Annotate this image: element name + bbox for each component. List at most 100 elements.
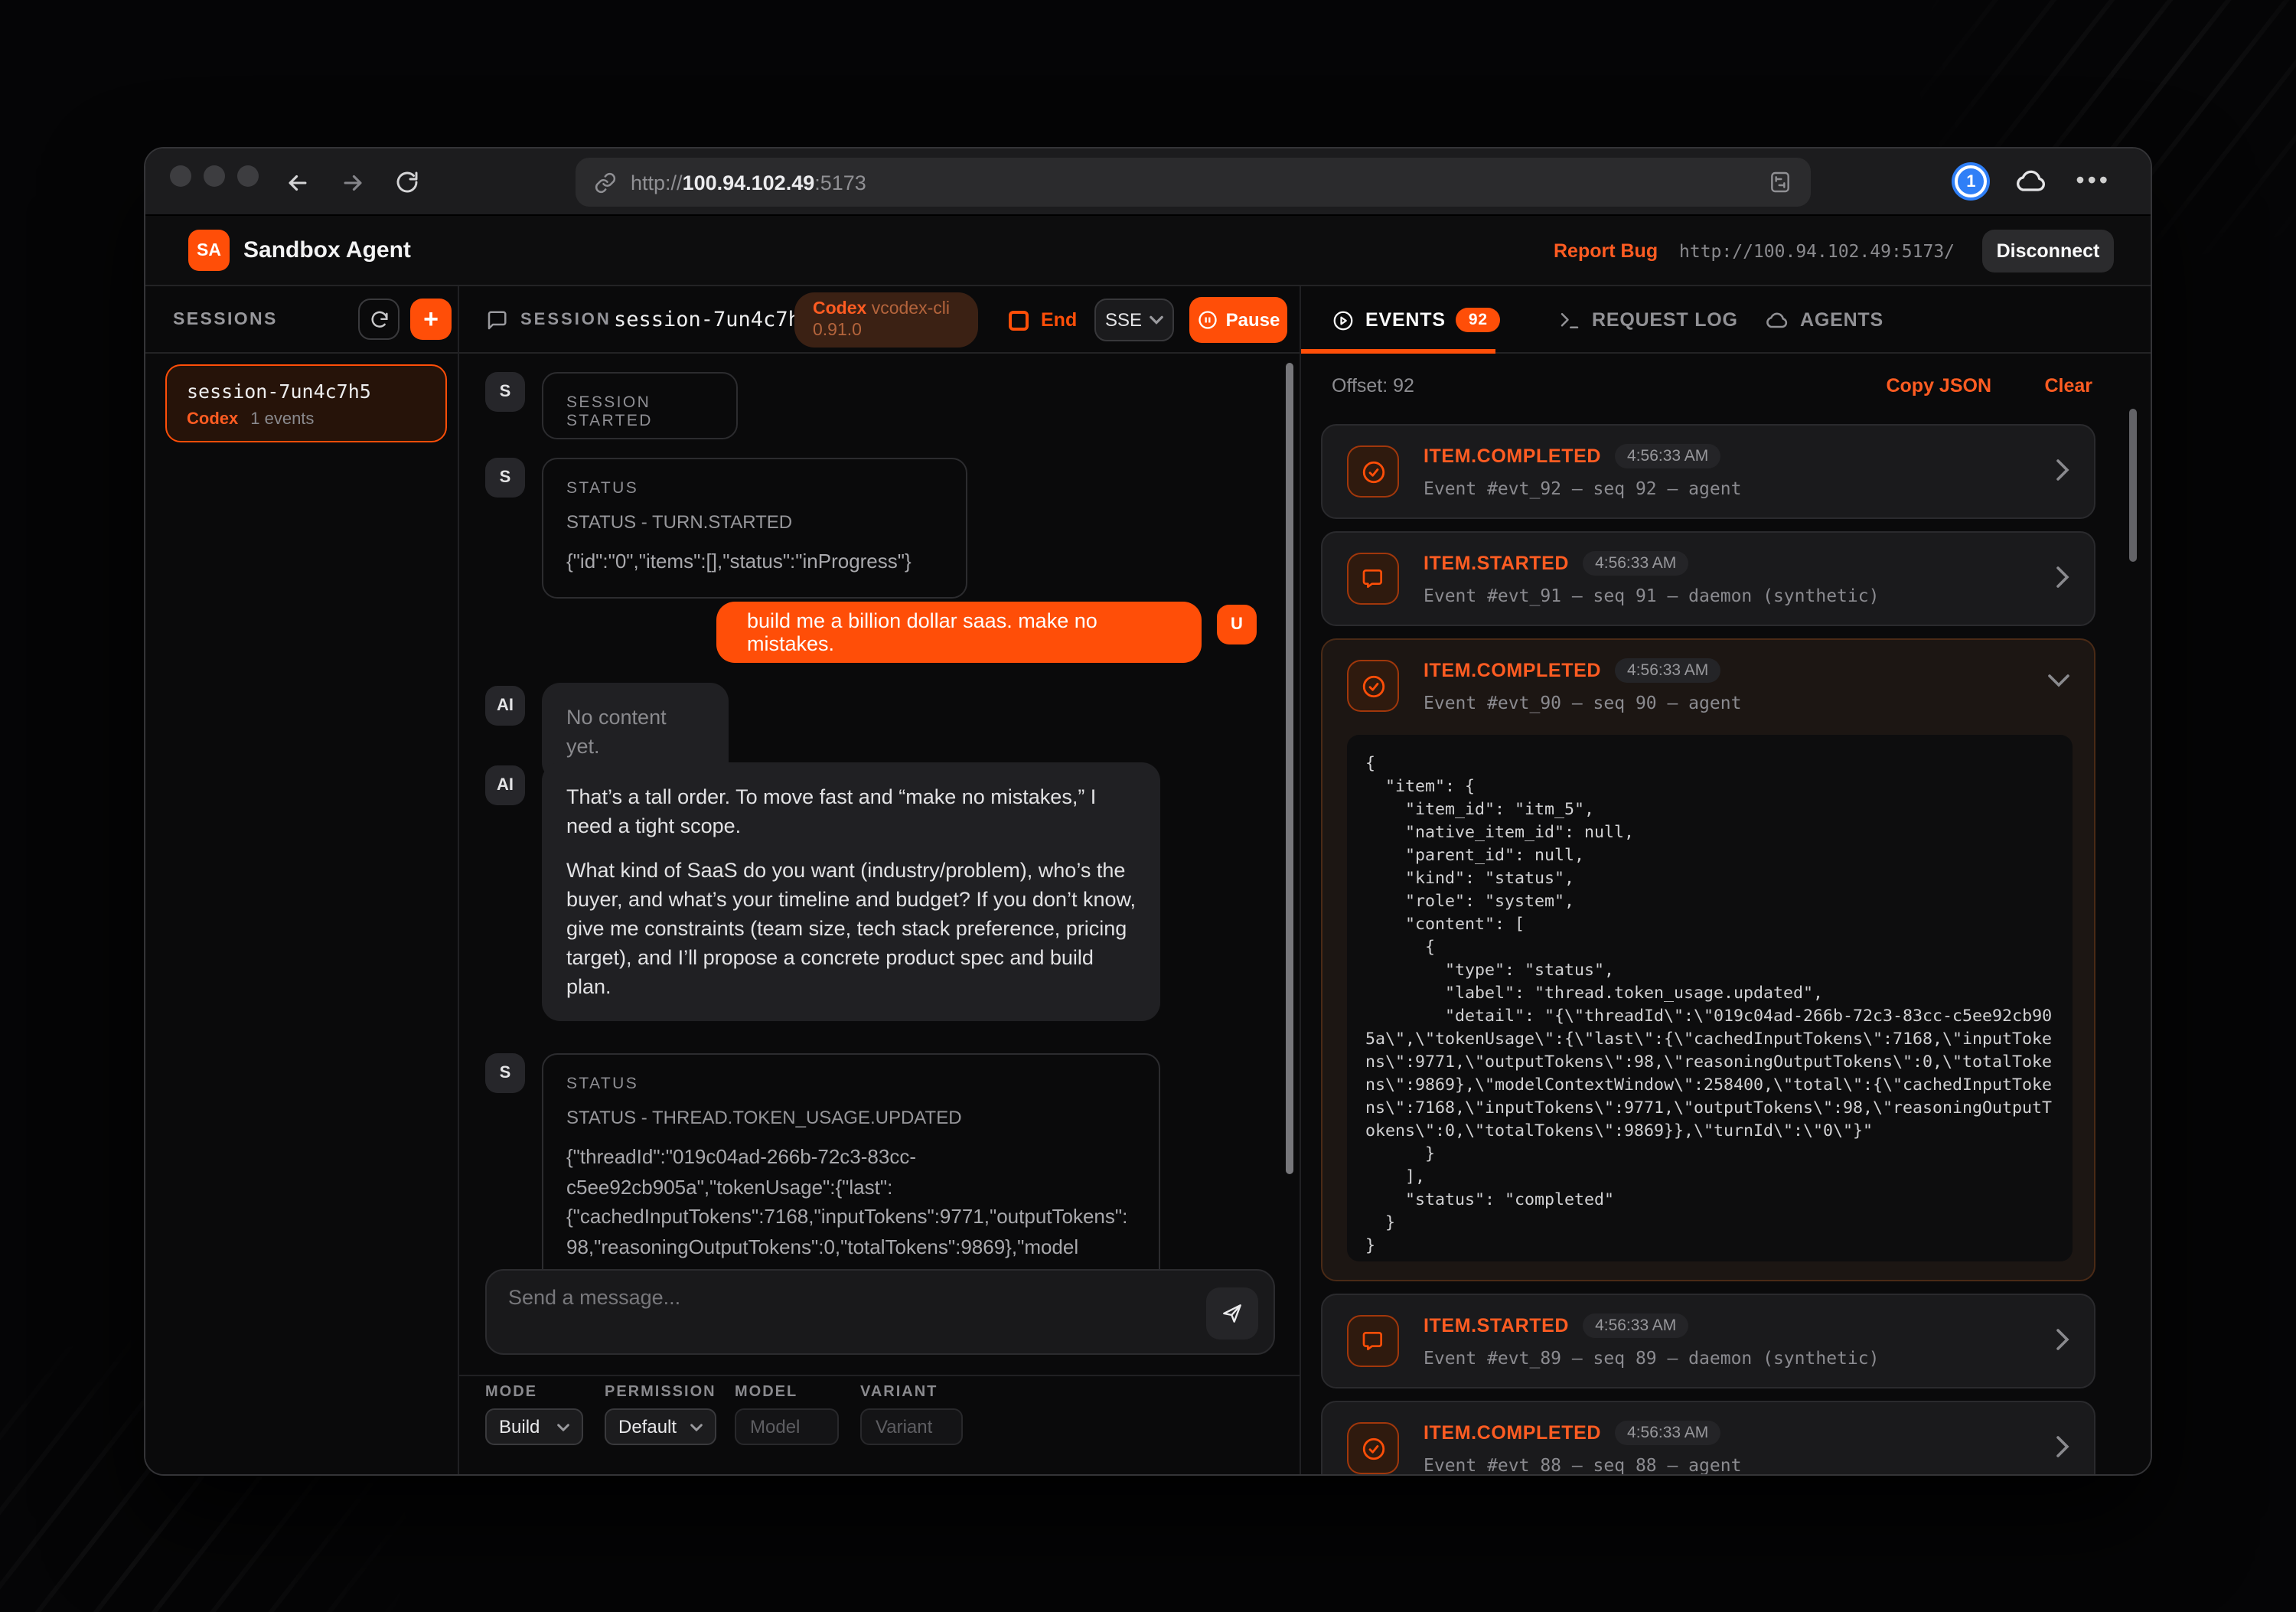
model-input[interactable]: Model: [735, 1408, 839, 1445]
new-session-button[interactable]: +: [410, 299, 452, 340]
session-event-count: 1 events: [250, 410, 314, 429]
cloud-icon[interactable]: [2014, 168, 2048, 194]
event-card[interactable]: ITEM.COMPLETED4:56:33 AM Event #evt_92 –…: [1321, 424, 2095, 519]
url-host: 100.94.102.49: [683, 171, 815, 194]
event-type: ITEM.COMPLETED: [1424, 1422, 1601, 1444]
password-manager-icon[interactable]: 1: [1955, 165, 1987, 197]
agent-version-badge: Codex vcodex-cli 0.91.0: [794, 292, 978, 348]
link-icon: [594, 171, 617, 194]
mode-select[interactable]: Build: [485, 1408, 583, 1445]
sessions-title: SESSIONS: [173, 311, 278, 329]
events-panel: EVENTS 92 REQUEST LOG AGENTS Offset: 92: [1301, 286, 2151, 1474]
event-card[interactable]: ITEM.COMPLETED 4:56:33 AM Event #evt_88 –…: [1321, 1401, 2095, 1476]
url-scheme: http://: [631, 171, 683, 194]
forward-icon[interactable]: [335, 165, 369, 199]
chevron-down-icon[interactable]: [2048, 674, 2069, 687]
system-avatar: S: [485, 458, 525, 498]
chat-bubble-icon: [485, 286, 508, 354]
message-square-icon: [1347, 1315, 1399, 1367]
reader-mode-icon[interactable]: [1768, 170, 1792, 194]
app-content: SESSIONS + session-7un4c7h5 Codex1 event…: [145, 286, 2151, 1474]
app-title: Sandbox Agent: [243, 237, 411, 263]
status-message: STATUS STATUS - TURN.STARTED {"id":"0","…: [542, 458, 967, 598]
session-header-name: session-7un4c7h5: [614, 286, 813, 354]
event-summary: Event #evt_92 – seq 92 – agent: [1424, 478, 1741, 499]
ai-paragraph: What kind of SaaS do you want (industry/…: [566, 856, 1136, 1001]
chevron-right-icon[interactable]: [2056, 1329, 2069, 1350]
reload-icon[interactable]: [390, 165, 424, 199]
disconnect-button[interactable]: Disconnect: [1982, 230, 2114, 272]
status-label: STATUS: [566, 1075, 1136, 1093]
event-time: 4:56:33 AM: [1583, 551, 1688, 576]
event-time: 4:56:33 AM: [1615, 658, 1720, 683]
transport-select[interactable]: SSE: [1094, 299, 1174, 341]
chevron-right-icon[interactable]: [2056, 459, 2069, 481]
event-card[interactable]: ITEM.STARTED 4:56:33 AM Event #evt_91 – s…: [1321, 531, 2095, 626]
back-icon[interactable]: [280, 165, 314, 199]
more-menu-icon[interactable]: •••: [2076, 168, 2111, 195]
variant-input[interactable]: Variant: [860, 1408, 963, 1445]
message-list: S SESSION STARTED S STATUS STATUS - TURN…: [459, 354, 1300, 1269]
model-label: MODEL: [735, 1384, 797, 1401]
event-type: ITEM.STARTED: [1424, 1315, 1569, 1336]
event-summary: Event #evt_88 – seq 88 – agent: [1424, 1454, 1741, 1476]
desktop: http://100.94.102.49:5173 1 ••• SA Sandb…: [0, 0, 2296, 1612]
chat-scrollbar[interactable]: [1286, 363, 1293, 1174]
active-tab-underline: [1301, 349, 1495, 354]
variant-label: VARIANT: [860, 1384, 938, 1401]
event-summary: Event #evt_91 – seq 91 – daemon (synthet…: [1424, 585, 1879, 606]
ai-message: That’s a tall order. To move fast and “m…: [542, 762, 1160, 1021]
report-bug-link[interactable]: Report Bug: [1554, 240, 1658, 262]
message-square-icon: [1347, 553, 1399, 605]
traffic-light-minimize[interactable]: [204, 165, 225, 187]
end-checkbox[interactable]: End: [1009, 286, 1077, 354]
user-message: build me a billion dollar saas. make no …: [716, 602, 1202, 663]
clear-events-button[interactable]: Clear: [2044, 375, 2092, 396]
toolbar-extensions: 1 •••: [1955, 165, 2111, 197]
address-bar[interactable]: http://100.94.102.49:5173: [576, 158, 1811, 207]
event-time: 4:56:33 AM: [1615, 1421, 1720, 1445]
status-json: {"threadId":"019c04ad-266b-72c3-83cc-c5e…: [566, 1142, 1136, 1261]
app-header: SA Sandbox Agent Report Bug http://100.9…: [145, 216, 2151, 286]
session-list-item[interactable]: session-7un4c7h5 Codex 1 events: [165, 364, 447, 442]
ai-avatar: AI: [485, 686, 525, 726]
event-json-payload: { "item": { "item_id": "itm_5", "native_…: [1347, 735, 2073, 1261]
tab-request-log[interactable]: REQUEST LOG: [1558, 286, 1738, 354]
app-logo: SA: [188, 230, 230, 271]
session-agent: Codex: [187, 410, 238, 429]
event-card[interactable]: ITEM.STARTED4:56:33 AM Event #evt_89 – s…: [1321, 1294, 2095, 1388]
send-button[interactable]: [1206, 1287, 1258, 1340]
events-tab-bar: EVENTS 92 REQUEST LOG AGENTS: [1301, 286, 2151, 354]
chevron-right-icon[interactable]: [2056, 1436, 2069, 1457]
event-type: ITEM.COMPLETED: [1424, 660, 1601, 681]
events-scrollbar[interactable]: [2129, 409, 2137, 562]
pause-button[interactable]: Pause: [1189, 297, 1287, 343]
chevron-right-icon[interactable]: [2056, 566, 2069, 588]
system-message-text: SESSION STARTED: [566, 393, 713, 430]
copy-json-button[interactable]: Copy JSON: [1886, 375, 1991, 396]
permission-select[interactable]: Default: [605, 1408, 716, 1445]
event-time: 4:56:33 AM: [1583, 1313, 1688, 1338]
events-count-badge: 92: [1456, 308, 1500, 332]
sessions-sidebar: SESSIONS + session-7un4c7h5 Codex 1 event…: [145, 286, 459, 1474]
sessions-header: SESSIONS +: [145, 286, 458, 354]
refresh-sessions-button[interactable]: [358, 299, 400, 340]
session-name: session-7un4c7h5: [187, 380, 426, 403]
end-label: End: [1041, 309, 1077, 331]
message-composer: [485, 1269, 1275, 1355]
user-avatar: U: [1217, 605, 1257, 644]
tab-events[interactable]: EVENTS 92: [1332, 286, 1500, 354]
ai-avatar: AI: [485, 765, 525, 805]
composer-divider: [459, 1375, 1300, 1376]
check-circle-icon: [1347, 1422, 1399, 1474]
tab-agents[interactable]: AGENTS: [1765, 286, 1883, 354]
event-card-expanded[interactable]: ITEM.COMPLETED4:56:33 AM Event #evt_90 –…: [1321, 638, 2095, 1281]
traffic-light-zoom[interactable]: [237, 165, 259, 187]
url-port: :5173: [814, 171, 866, 194]
session-label: SESSION: [520, 286, 612, 354]
event-type: ITEM.STARTED: [1424, 553, 1569, 574]
message-input[interactable]: [487, 1271, 1160, 1353]
traffic-light-close[interactable]: [170, 165, 191, 187]
event-time: 4:56:33 AM: [1615, 444, 1720, 468]
session-header: SESSION session-7un4c7h5 Codex vcodex-cl…: [459, 286, 1300, 354]
